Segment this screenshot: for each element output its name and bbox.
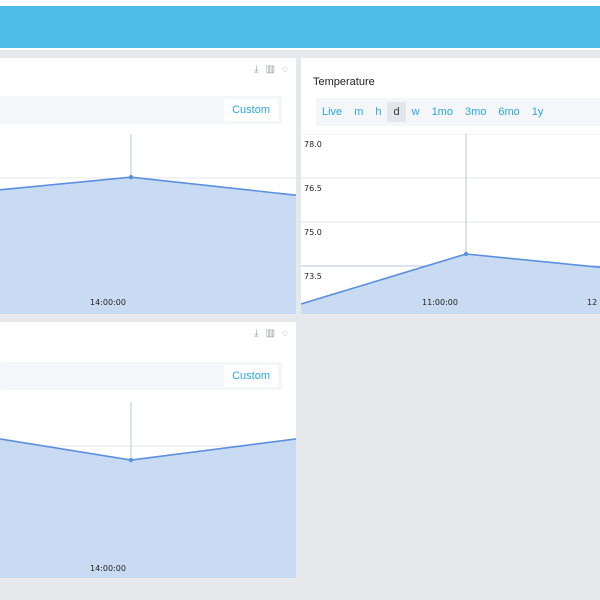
range-live[interactable]: Live xyxy=(316,102,348,122)
data-point xyxy=(128,457,134,463)
range-bar: Custom xyxy=(0,362,282,390)
download-icon[interactable]: ⤓ xyxy=(254,328,258,339)
y-tick-label: 75.0 xyxy=(304,228,322,237)
chart-panel-temperature: Temperature Live m h d w 1mo 3mo 6mo 1y … xyxy=(301,58,600,314)
panel-title: Temperature xyxy=(313,76,375,88)
range-1mo[interactable]: 1mo xyxy=(426,102,459,122)
range-6mo[interactable]: 6mo xyxy=(492,102,525,122)
x-tick-label: 14:00:00 xyxy=(90,298,126,307)
panel-tools: ⤓ ▥ ◌ xyxy=(254,328,288,339)
chart-bottom-left xyxy=(0,402,296,578)
header-band xyxy=(0,6,600,48)
chart-top-left xyxy=(0,134,296,314)
info-icon[interactable]: ◌ xyxy=(282,64,288,75)
y-tick-label: 76.5 xyxy=(304,184,322,193)
x-tick-label: 11:00:00 xyxy=(422,298,458,307)
range-hour[interactable]: h xyxy=(369,102,387,122)
panel-tools: ⤓ ▥ ◌ xyxy=(254,64,288,75)
range-bar: Custom xyxy=(0,96,282,124)
data-point xyxy=(463,251,469,257)
range-week[interactable]: w xyxy=(406,102,426,122)
bar-chart-icon[interactable]: ▥ xyxy=(266,328,275,339)
x-tick-label: 14:00:00 xyxy=(90,564,126,573)
y-tick-label: 73.5 xyxy=(304,272,322,281)
series-area xyxy=(0,438,296,578)
data-point xyxy=(128,175,134,180)
chart-panel-top-left: ⤓ ▥ ◌ Custom 14:00:00 xyxy=(0,58,296,314)
range-3mo[interactable]: 3mo xyxy=(459,102,492,122)
bar-chart-icon[interactable]: ▥ xyxy=(266,64,275,75)
range-bar: Live m h d w 1mo 3mo 6mo 1y xyxy=(316,98,600,126)
download-icon[interactable]: ⤓ xyxy=(254,64,258,75)
series-area xyxy=(0,177,296,314)
range-day[interactable]: d xyxy=(387,102,406,122)
custom-range-button[interactable]: Custom xyxy=(224,99,278,121)
custom-range-button[interactable]: Custom xyxy=(224,365,278,387)
info-icon[interactable]: ◌ xyxy=(282,328,288,339)
top-bar xyxy=(0,0,600,50)
range-1y[interactable]: 1y xyxy=(526,102,550,122)
x-tick-label: 12 xyxy=(587,298,598,307)
chart-panel-bottom-left: ⤓ ▥ ◌ Custom 14:00:00 xyxy=(0,322,296,578)
y-tick-label: 78.0 xyxy=(304,140,322,149)
chart-temperature xyxy=(301,134,600,314)
range-minute[interactable]: m xyxy=(348,102,369,122)
